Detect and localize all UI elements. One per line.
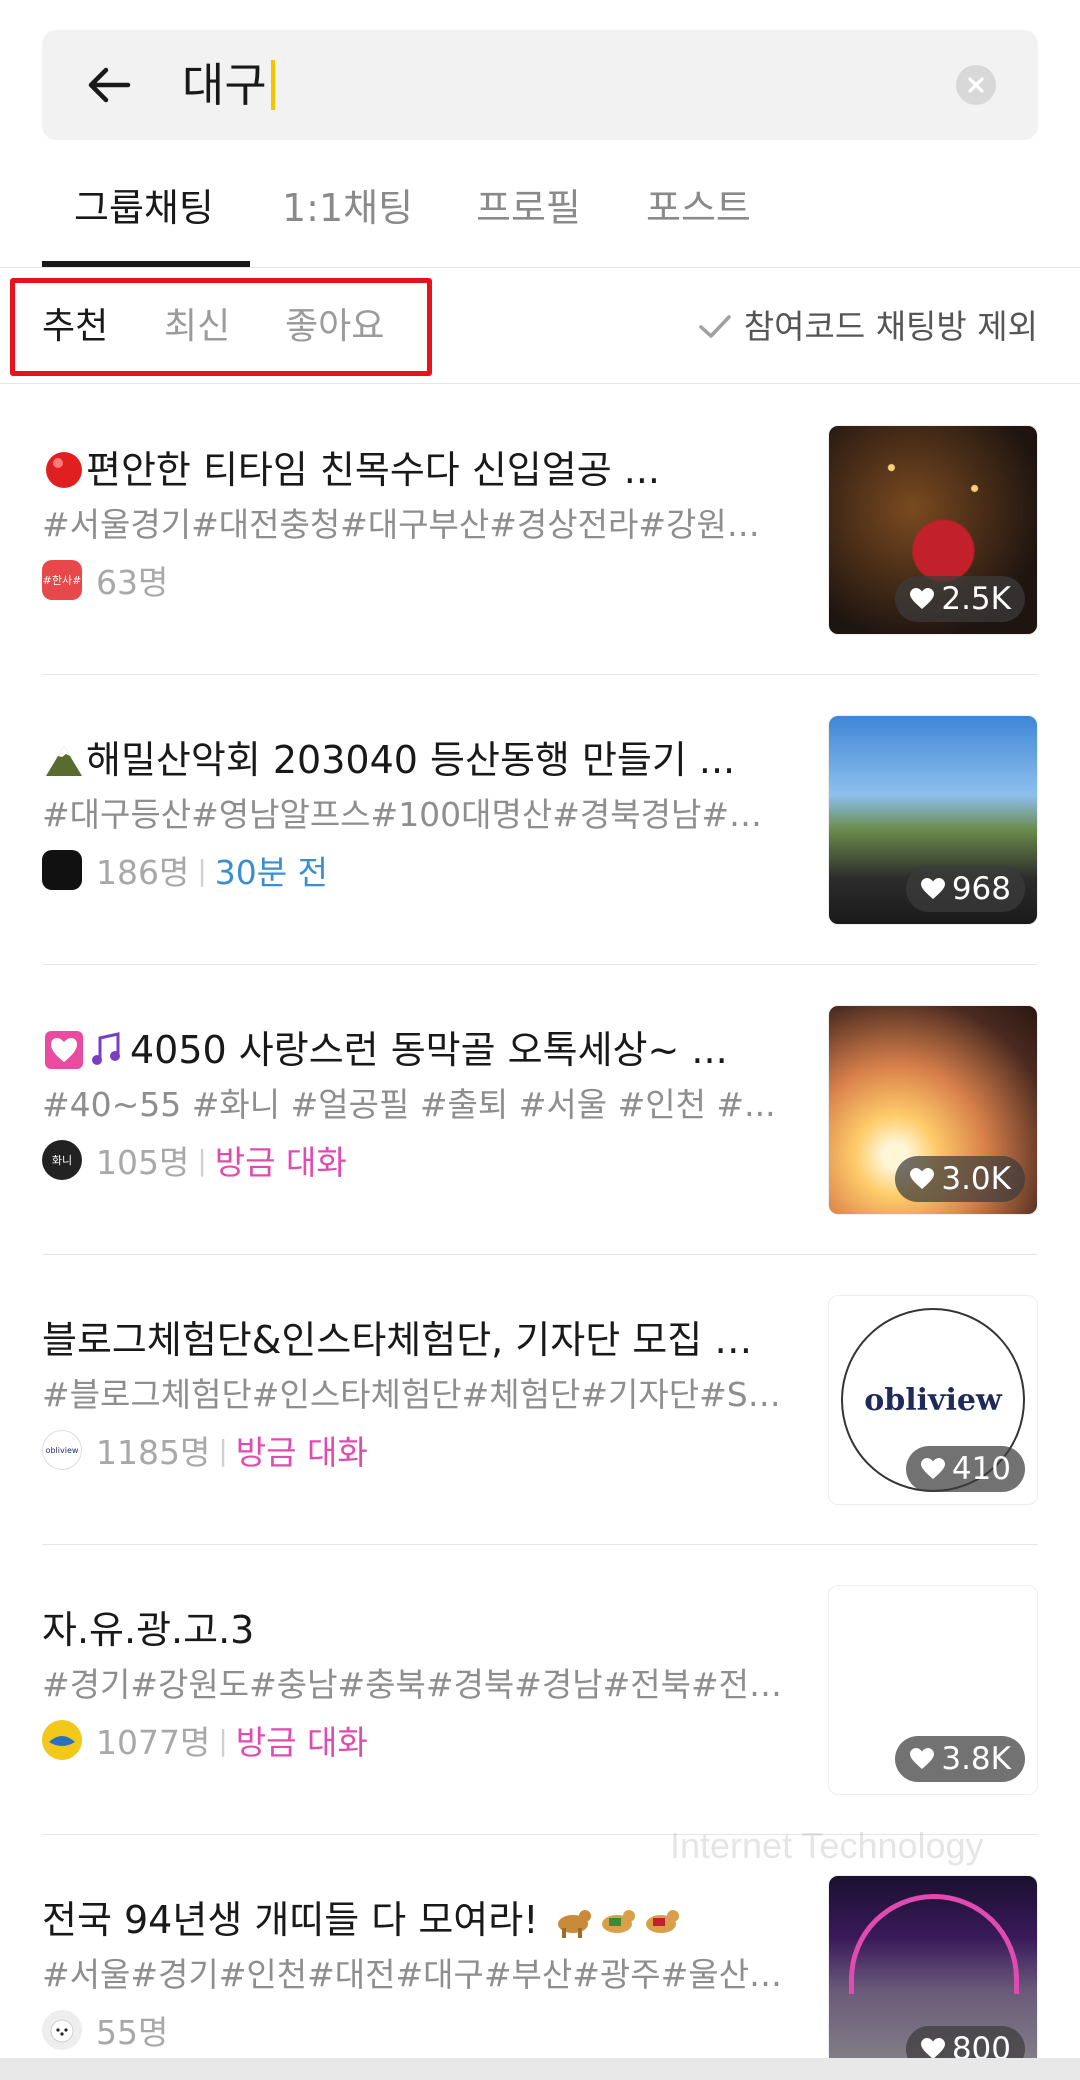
heart-icon <box>910 1748 935 1769</box>
room-title: 전국 94년생 개띠들 다 모여라! <box>42 1895 782 1945</box>
exclude-label: 참여코드 채팅방 제외 <box>743 307 1038 346</box>
list-item[interactable]: 해밀산악회 203040 등산동행 만들기 ... #대구등산#영남알프스#10… <box>0 675 1080 965</box>
room-tags: #40~55 #화니 #얼공필 #출퇴 #서울 #인천 #... <box>42 1085 776 1124</box>
room-title: 해밀산악회 203040 등산동행 만들기 ... <box>42 735 782 785</box>
tab-post[interactable]: 포스트 <box>646 183 751 233</box>
likes-badge: 2.5K <box>895 576 1025 622</box>
sort-latest[interactable]: 최신 <box>164 304 230 350</box>
meta-separator: | <box>197 1143 207 1177</box>
tab-group-chat[interactable]: 그룹채팅 <box>74 183 214 233</box>
bottom-edge-bar <box>0 2058 1080 2080</box>
active-tab-indicator <box>42 261 250 267</box>
room-thumbnail: obliview 410 <box>828 1295 1038 1505</box>
member-count: 63명 <box>96 563 169 602</box>
list-item[interactable]: 편안한 티타임 친목수다 신입얼공 ... #서울경기#대전충청#대구부산#경상… <box>0 385 1080 675</box>
room-avatar <box>42 850 82 890</box>
heart-icon <box>910 1168 935 1189</box>
guide-dog-icon <box>601 1910 635 1933</box>
sort-likes[interactable]: 좋아요 <box>285 304 384 350</box>
room-meta: 55명 <box>42 2007 168 2053</box>
meta-separator: | <box>197 853 207 887</box>
meta-separator: | <box>218 1433 228 1467</box>
room-title: 자.유.광.고.3 <box>42 1608 255 1652</box>
last-activity: 방금 대화 <box>214 1143 347 1182</box>
light-arch-decoration <box>849 1894 1019 1994</box>
list-item[interactable]: 블로그체험단&인스타체험단, 기자단 모집 전... #블로그체험단#인스타체험… <box>0 1255 1080 1545</box>
last-activity: 방금 대화 <box>235 1723 368 1762</box>
check-icon <box>699 315 731 338</box>
sort-recommended[interactable]: 추천 <box>42 304 108 350</box>
room-meta: 186명 | 30분 전 <box>42 847 328 893</box>
member-count: 1077명 <box>96 1723 211 1762</box>
member-count: 105명 <box>96 1143 190 1182</box>
likes-badge: 968 <box>905 866 1025 912</box>
list-item[interactable]: 자.유.광.고.3 #경기#강원도#충남#충북#경북#경남#전북#전남... 1… <box>0 1545 1080 1835</box>
last-activity: 방금 대화 <box>235 1433 368 1472</box>
room-title: 블로그체험단&인스타체험단, 기자단 모집 전... <box>42 1318 782 1362</box>
puppy-avatar-icon <box>50 2019 74 2043</box>
music-notes-icon <box>92 1032 120 1065</box>
room-avatar <box>42 1720 82 1760</box>
dog-icon <box>557 1910 591 1938</box>
likes-badge: 3.8K <box>895 1736 1025 1782</box>
heart-icon <box>920 1458 945 1479</box>
room-avatar: #한사# <box>42 560 82 600</box>
member-count: 1185명 <box>96 1433 211 1472</box>
member-count: 186명 <box>96 853 190 892</box>
mountain-icon <box>46 746 82 776</box>
room-title: 편안한 티타임 친목수다 신입얼공 ... <box>42 445 782 495</box>
room-avatar: 화니 <box>42 1140 82 1180</box>
member-count: 55명 <box>96 2013 169 2052</box>
sort-filter-row: 추천 최신 좋아요 참여코드 채팅방 제외 <box>0 268 1080 384</box>
room-meta: #한사# 63명 <box>42 557 168 603</box>
likes-badge: 3.0K <box>895 1156 1025 1202</box>
room-meta: 1077명 | 방금 대화 <box>42 1717 368 1763</box>
tab-one-on-one-chat[interactable]: 1:1채팅 <box>282 183 413 233</box>
meta-separator: | <box>218 1723 228 1757</box>
search-input[interactable]: 대구 <box>182 56 275 114</box>
likes-badge: 410 <box>905 1446 1025 1492</box>
clear-search-icon[interactable] <box>956 65 996 105</box>
room-tags: #서울경기#대전충청#대구부산#경상전라#강원제... <box>42 505 782 544</box>
room-tags: #서울#경기#인천#대전#대구#부산#광주#울산#9... <box>42 1955 782 1994</box>
heart-emoji-icon <box>45 1031 83 1069</box>
room-thumbnail: 800 <box>828 1875 1038 2080</box>
room-meta: 화니 105명 | 방금 대화 <box>42 1137 347 1183</box>
list-item[interactable]: 4050 사랑스런 동막골 오톡세상~ ... #40~55 #화니 #얼공필 … <box>0 965 1080 1255</box>
room-tags: #대구등산#영남알프스#100대명산#경북경남#구... <box>42 795 782 834</box>
tab-profile[interactable]: 프로필 <box>476 183 581 233</box>
category-tabs: 그룹채팅 1:1채팅 프로필 포스트 <box>0 165 1080 268</box>
room-thumbnail: 3.8K <box>828 1585 1038 1795</box>
service-dog-icon <box>645 1910 679 1933</box>
room-thumbnail: 3.0K <box>828 1005 1038 1215</box>
last-activity: 30분 전 <box>214 853 328 892</box>
room-tags: #경기#강원도#충남#충북#경북#경남#전북#전남... <box>42 1665 782 1704</box>
room-title: 4050 사랑스런 동막골 오톡세상~ ... <box>42 1025 782 1075</box>
room-thumbnail: 2.5K <box>828 425 1038 635</box>
search-query: 대구 <box>182 58 267 112</box>
room-avatar <box>42 2010 82 2050</box>
heart-icon <box>920 878 945 899</box>
watermark: Internet Technology <box>670 1825 984 1866</box>
avatar-emblem-icon <box>49 1736 75 1746</box>
text-caret <box>270 60 275 110</box>
list-item[interactable]: 전국 94년생 개띠들 다 모여라! #서울#경기#인천#대전#대구#부산#광주… <box>0 1835 1080 2080</box>
back-arrow-icon[interactable] <box>80 55 140 115</box>
room-avatar: obliview <box>42 1430 82 1470</box>
room-thumbnail: 968 <box>828 715 1038 925</box>
heart-icon <box>910 588 935 609</box>
red-circle-icon <box>46 452 82 488</box>
room-tags: #블로그체험단#인스타체험단#체험단#기자단#SN... <box>42 1375 782 1414</box>
search-bar[interactable]: 대구 <box>42 30 1038 140</box>
exclude-code-rooms-toggle[interactable]: 참여코드 채팅방 제외 <box>698 304 1038 350</box>
room-meta: obliview 1185명 | 방금 대화 <box>42 1427 368 1473</box>
